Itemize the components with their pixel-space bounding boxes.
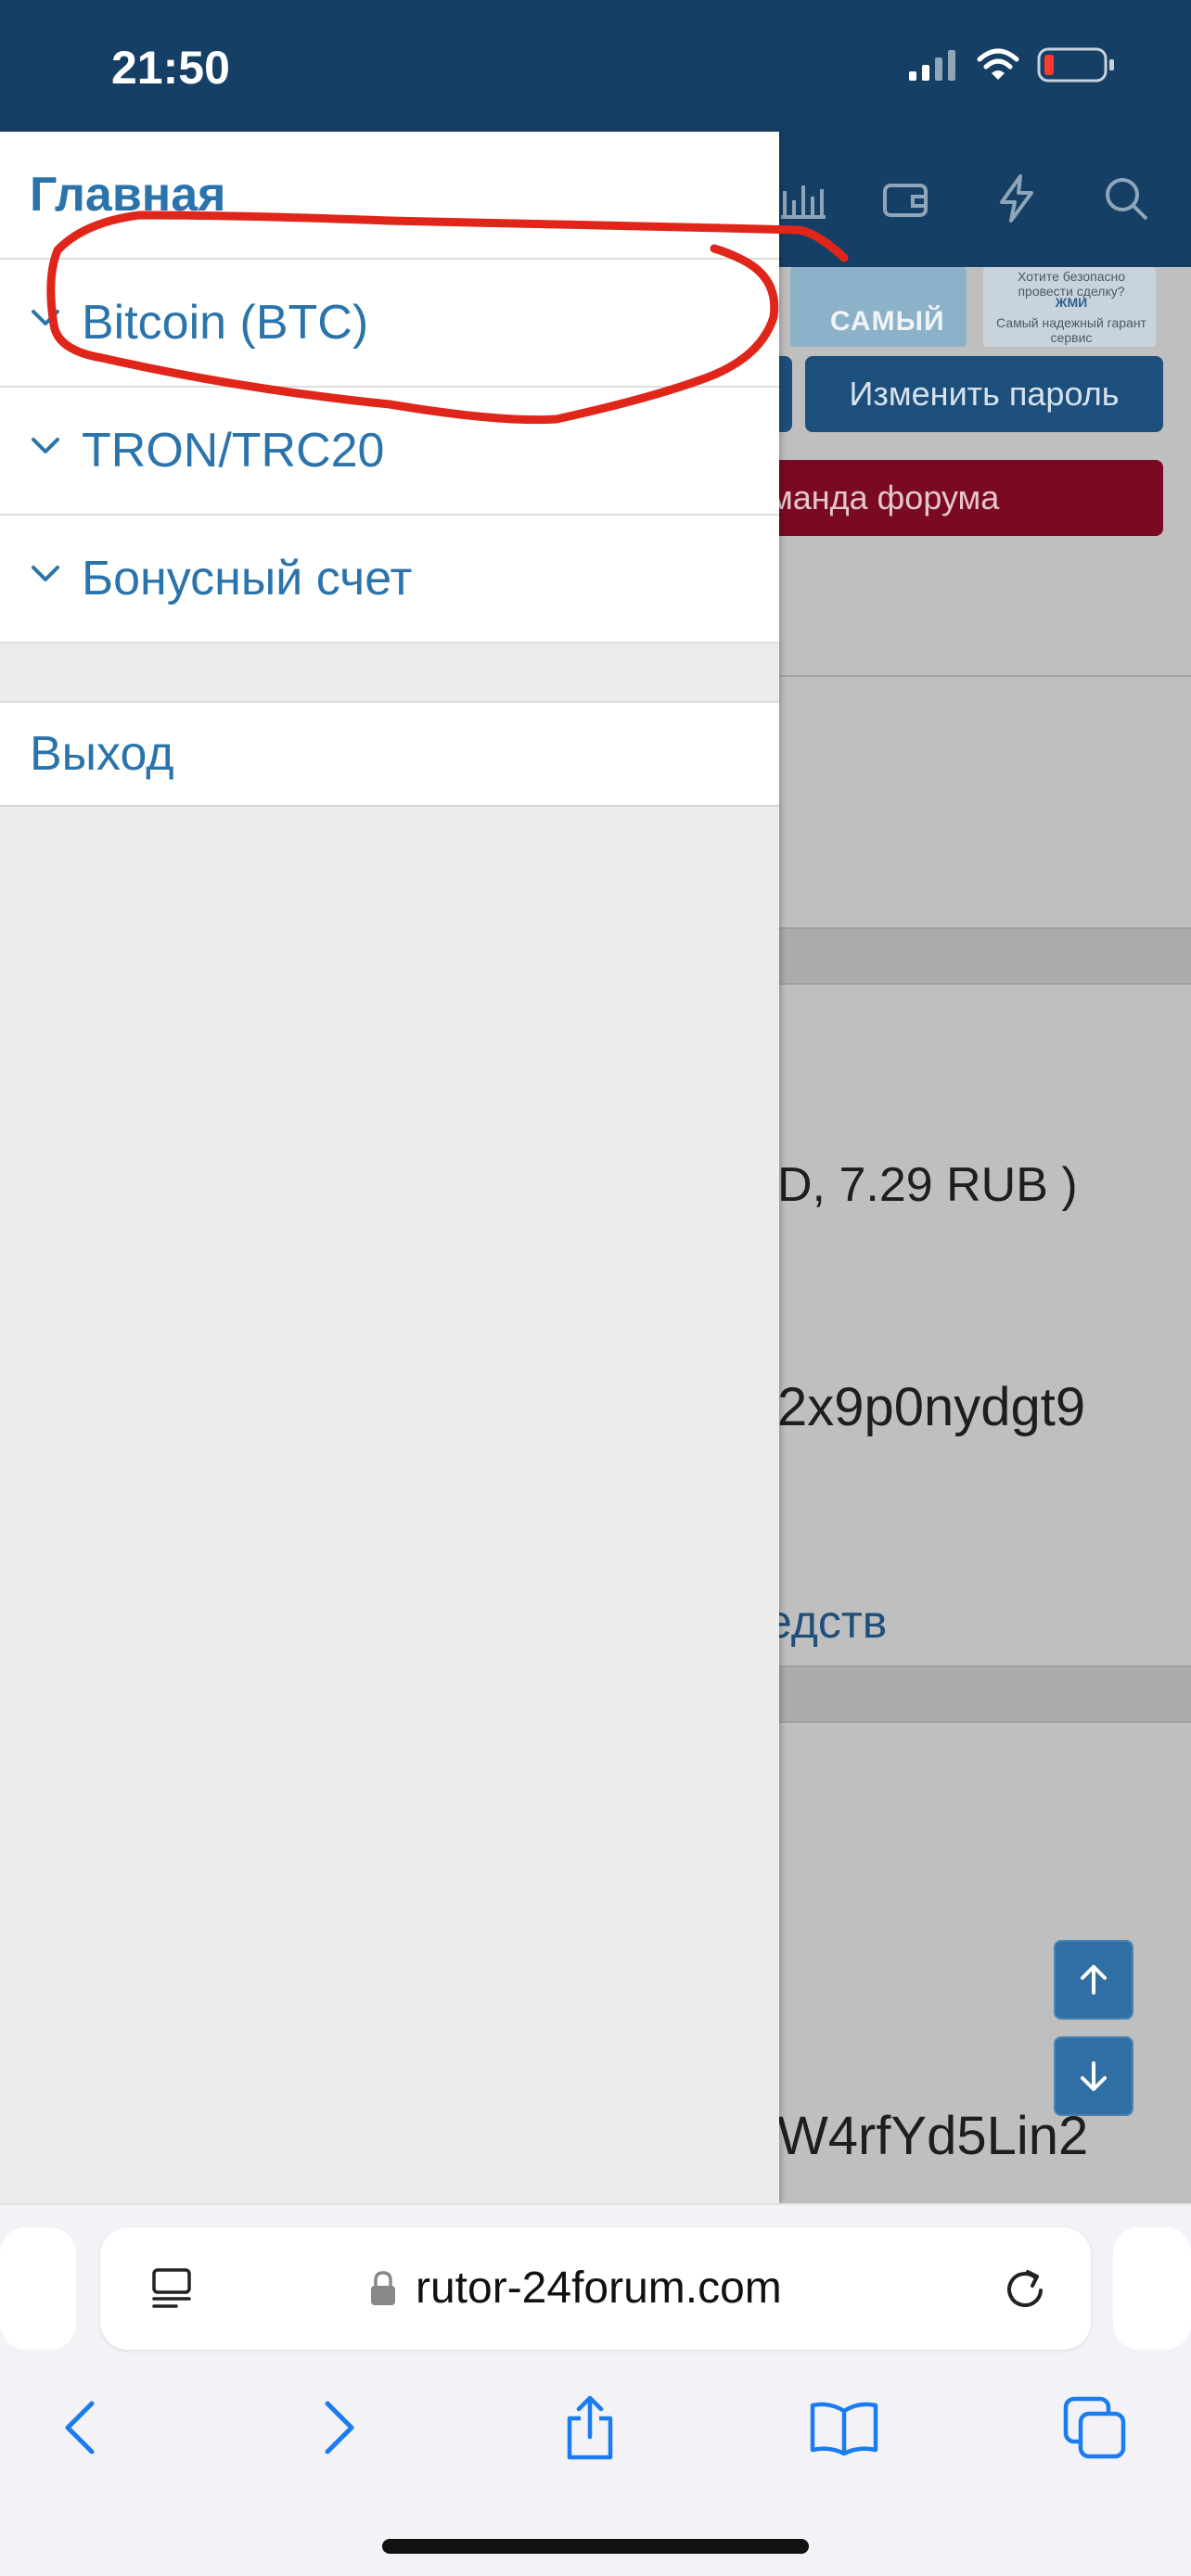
status-icons: [907, 46, 1117, 83]
guarantee-banner-bottom: Самый надежный гарант сервис: [996, 315, 1146, 345]
search-icon[interactable]: [1100, 172, 1152, 224]
drawer-item-label: TRON/TRC20: [82, 424, 385, 478]
drawer-item-bitcoin[interactable]: Bitcoin (BTC): [0, 260, 779, 388]
tabs-button[interactable]: [1048, 2381, 1141, 2474]
tron-address-text: W4rfYd5Lin2: [777, 2106, 1089, 2166]
funds-link[interactable]: едств: [766, 1595, 887, 1649]
side-drawer: Главная Bitcoin (BTC) TRON/TRC20 Бонусны…: [0, 132, 779, 2203]
wallet-icon[interactable]: [879, 172, 931, 224]
reload-icon[interactable]: [1000, 2263, 1052, 2315]
forum-team-button[interactable]: манда форума: [761, 460, 1163, 536]
chevron-left-icon: [65, 2401, 95, 2455]
tabs-icon: [1063, 2396, 1126, 2459]
drawer-item-bonus[interactable]: Бонусный счет: [0, 516, 779, 644]
browser-bottom-bar: rutor-24forum.com: [0, 2203, 1191, 2576]
book-icon: [810, 2402, 878, 2455]
drawer-item-label: Bitcoin (BTC): [82, 296, 369, 350]
address-bar[interactable]: rutor-24forum.com: [100, 2227, 1091, 2350]
chevron-down-icon: [32, 438, 59, 453]
scroll-up-button[interactable]: [1054, 1940, 1133, 2020]
drawer-item-logout[interactable]: Выход: [0, 703, 779, 807]
url-text: rutor-24forum.com: [416, 2264, 782, 2313]
chevron-down-icon: [32, 566, 59, 581]
btc-address-text: 2x9p0nydgt9: [777, 1377, 1086, 1437]
chevron-right-icon: [325, 2401, 354, 2455]
cellular-signal-icon: [909, 50, 955, 81]
status-bar: 21:50: [0, 0, 1191, 132]
lock-icon: [371, 2271, 395, 2305]
battery-low-icon: [1037, 47, 1114, 83]
previous-tab-preview[interactable]: [0, 2227, 76, 2350]
home-indicator[interactable]: [382, 2539, 809, 2554]
stats-icon[interactable]: [777, 172, 829, 224]
lightning-icon[interactable]: [991, 172, 1043, 224]
page-menu-icon[interactable]: [148, 2264, 195, 2311]
arrow-down-icon: [1081, 2061, 1107, 2091]
drawer-home-label: Главная: [30, 168, 226, 222]
drawer-item-home[interactable]: Главная: [0, 132, 779, 260]
scroll-down-button[interactable]: [1054, 2036, 1133, 2116]
ad-banner-text: САМЫЙ: [830, 306, 945, 337]
status-time: 21:50: [111, 42, 230, 94]
chevron-down-icon: [32, 310, 59, 325]
forward-button[interactable]: [293, 2381, 386, 2474]
guarantee-banner-button: ЖМИ: [1055, 295, 1088, 310]
share-button[interactable]: [544, 2381, 636, 2474]
arrow-up-icon: [1081, 1965, 1107, 1995]
share-icon: [567, 2395, 613, 2460]
balance-text: D, 7.29 RUB ): [777, 1158, 1078, 1212]
drawer-item-label: Бонусный счет: [82, 552, 413, 606]
drawer-item-tron[interactable]: TRON/TRC20: [0, 388, 779, 516]
back-button[interactable]: [33, 2381, 126, 2474]
wifi-icon: [977, 48, 1019, 80]
drawer-spacer: [0, 644, 779, 703]
bookmarks-button[interactable]: [798, 2381, 890, 2474]
next-tab-preview[interactable]: [1113, 2227, 1191, 2350]
change-password-button[interactable]: Изменить пароль: [805, 356, 1163, 432]
